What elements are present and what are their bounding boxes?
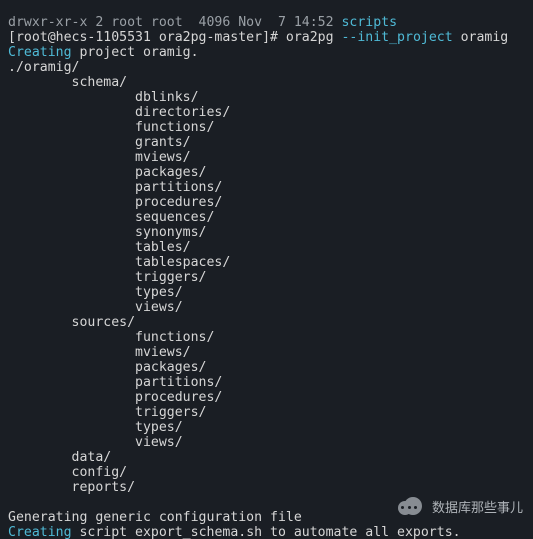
tree-data: data/ bbox=[8, 450, 111, 465]
script-export: script export_schema.sh to automate all … bbox=[72, 525, 461, 539]
tree-sources-item: partitions/ bbox=[8, 375, 222, 390]
terminal[interactable]: drwxr-xr-x 2 root root 4096 Nov 7 14:52 … bbox=[0, 0, 533, 539]
tree-sources-item: procedures/ bbox=[8, 390, 222, 405]
tree-sources-item: types/ bbox=[8, 420, 183, 435]
tree-schema-item: packages/ bbox=[8, 165, 207, 180]
tree-schema-item: types/ bbox=[8, 285, 183, 300]
tree-reports: reports/ bbox=[8, 480, 135, 495]
cmd-opt: --init_project bbox=[341, 30, 452, 45]
tree-root: ./oramig/ bbox=[8, 60, 79, 75]
creating-kw: Creating bbox=[8, 525, 72, 539]
creating-proj: project oramig. bbox=[72, 45, 199, 60]
tree-schema-item: functions/ bbox=[8, 120, 214, 135]
tree-schema: schema/ bbox=[8, 75, 127, 90]
tree-schema-item: synonyms/ bbox=[8, 225, 207, 240]
tree-config: config/ bbox=[8, 465, 127, 480]
tree-sources-item: views/ bbox=[8, 435, 183, 450]
tree-schema-item: tables/ bbox=[8, 240, 191, 255]
tree-sources-item: packages/ bbox=[8, 360, 207, 375]
tree-schema-item: tablespaces/ bbox=[8, 255, 230, 270]
tree-schema-item: procedures/ bbox=[8, 195, 222, 210]
shell-prompt: [root@hecs-1105531 ora2pg-master]# bbox=[8, 30, 278, 45]
cmd-arg: oramig bbox=[453, 30, 509, 45]
tree-sources-item: mviews/ bbox=[8, 345, 191, 360]
tree-schema-item: dblinks/ bbox=[8, 90, 199, 105]
tree-schema-item: views/ bbox=[8, 300, 183, 315]
ls-scripts: scripts bbox=[341, 15, 397, 30]
cmd: ora2pg bbox=[286, 30, 342, 45]
gen-conf: Generating generic configuration file bbox=[8, 510, 302, 525]
tree-schema-item: sequences/ bbox=[8, 210, 214, 225]
tree-sources-item: triggers/ bbox=[8, 405, 207, 420]
tree-sources: sources/ bbox=[8, 315, 135, 330]
tree-schema-item: partitions/ bbox=[8, 180, 222, 195]
tree-schema-item: triggers/ bbox=[8, 270, 207, 285]
tree-sources-item: functions/ bbox=[8, 330, 214, 345]
creating-kw: Creating bbox=[8, 45, 72, 60]
tree-schema-item: directories/ bbox=[8, 105, 230, 120]
tree-schema-item: grants/ bbox=[8, 135, 191, 150]
ls-line: drwxr-xr-x 2 root root 4096 Nov 7 14:52 bbox=[8, 15, 341, 30]
tree-schema-item: mviews/ bbox=[8, 150, 191, 165]
